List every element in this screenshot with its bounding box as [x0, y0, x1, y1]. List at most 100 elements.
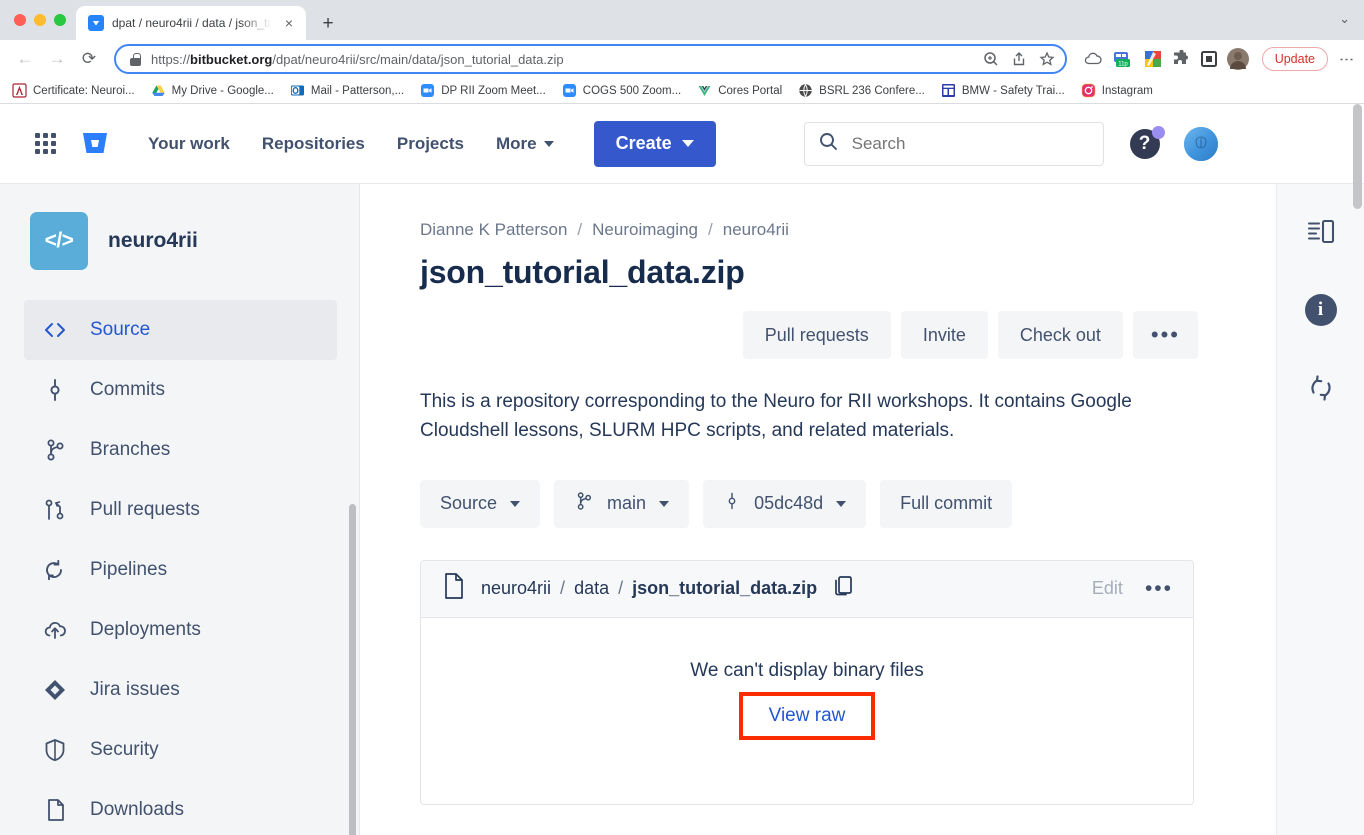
- download-file-icon: [42, 798, 68, 822]
- window-icon: [941, 83, 956, 98]
- breadcrumb-project[interactable]: Neuroimaging: [592, 220, 698, 240]
- info-button[interactable]: i: [1299, 288, 1343, 332]
- chevron-down-icon: [543, 140, 554, 147]
- branch-icon: [574, 490, 594, 517]
- bookmark-label: COGS 500 Zoom...: [582, 84, 682, 97]
- nav-repositories[interactable]: Repositories: [246, 126, 381, 162]
- breadcrumb-workspace[interactable]: Dianne K Patterson: [420, 220, 567, 240]
- browser-tab[interactable]: dpat / neuro4rii / data / json_tu ×: [76, 6, 306, 40]
- window-extension-icon[interactable]: [1200, 50, 1218, 68]
- meet-extension-icon[interactable]: 11p: [1112, 49, 1134, 69]
- pull-requests-button[interactable]: Pull requests: [742, 311, 891, 359]
- user-avatar[interactable]: [1183, 126, 1218, 161]
- full-commit-label: Full commit: [900, 493, 993, 514]
- page-scrollbar[interactable]: [1353, 104, 1362, 209]
- sidebar-item-downloads[interactable]: Downloads: [24, 780, 337, 835]
- browser-extensions: 11p Update ⋮: [1083, 47, 1355, 71]
- more-actions-button[interactable]: •••: [1132, 311, 1198, 359]
- bookmark-star-icon[interactable]: [1039, 51, 1055, 67]
- bookmark-item[interactable]: DP RII Zoom Meet...: [420, 83, 546, 98]
- browser-tab-title: dpat / neuro4rii / data / json_tu: [112, 16, 272, 30]
- source-dropdown[interactable]: Source: [420, 479, 541, 528]
- window-controls: [12, 0, 76, 40]
- edit-button[interactable]: Edit: [1092, 578, 1123, 599]
- repo-avatar: </>: [30, 212, 88, 270]
- nav-your-work[interactable]: Your work: [132, 126, 246, 162]
- sidebar-item-jira-issues[interactable]: Jira issues: [24, 660, 337, 720]
- commit-dropdown[interactable]: 05dc48d: [703, 479, 867, 528]
- bookmark-item[interactable]: Cores Portal: [697, 83, 782, 98]
- sidebar-item-source[interactable]: Source: [24, 300, 337, 360]
- sidebar-item-label: Security: [90, 739, 159, 760]
- sidebar-item-pipelines[interactable]: Pipelines: [24, 540, 337, 600]
- sidebar-item-commits[interactable]: Commits: [24, 360, 337, 420]
- share-icon[interactable]: [1011, 51, 1027, 67]
- nav-projects[interactable]: Projects: [381, 126, 480, 162]
- search-icon: [819, 132, 838, 156]
- sidebar-item-label: Source: [90, 319, 151, 340]
- sidebar-item-deployments[interactable]: Deployments: [24, 600, 337, 660]
- cloud-icon[interactable]: [1083, 49, 1103, 69]
- file-path-bar: neuro4rii / data / json_tutorial_data.zi…: [421, 560, 1193, 618]
- sidebar-item-security[interactable]: Security: [24, 720, 337, 780]
- chevron-down-icon: [510, 500, 521, 507]
- bookmark-item[interactable]: BSRL 236 Confere...: [798, 83, 925, 98]
- check-out-button[interactable]: Check out: [997, 311, 1123, 359]
- maximize-window-button[interactable]: [54, 14, 66, 26]
- reload-button[interactable]: ⟳: [74, 44, 104, 74]
- close-window-button[interactable]: [14, 14, 26, 26]
- bookmark-item[interactable]: BMW - Safety Trai...: [941, 83, 1065, 98]
- tab-list-chevron-down-icon[interactable]: ⌄: [1339, 11, 1350, 27]
- bitbucket-favicon-icon: [88, 15, 104, 31]
- bookmark-label: BSRL 236 Confere...: [819, 84, 925, 97]
- back-button[interactable]: ←: [10, 44, 40, 74]
- bookmark-item[interactable]: Certificate: Neuroi...: [12, 83, 135, 98]
- profile-avatar[interactable]: [1226, 48, 1249, 70]
- file-more-actions-button[interactable]: •••: [1145, 577, 1173, 601]
- browser-window: dpat / neuro4rii / data / json_tu × + ⌄ …: [0, 0, 1364, 835]
- global-search[interactable]: [803, 121, 1104, 166]
- color-extension-icon[interactable]: [1143, 49, 1163, 69]
- browser-menu-button[interactable]: ⋮: [1338, 52, 1355, 67]
- full-commit-button[interactable]: Full commit: [880, 479, 1013, 528]
- update-button[interactable]: Update: [1261, 47, 1328, 71]
- page-body: </> neuro4rii Source Commits Branches Pu…: [0, 184, 1364, 835]
- outlook-icon: [290, 83, 305, 98]
- repo-header[interactable]: </> neuro4rii: [0, 184, 359, 270]
- puzzle-extensions-icon[interactable]: [1172, 49, 1191, 69]
- search-input[interactable]: [851, 133, 1089, 154]
- app-switcher-icon[interactable]: [28, 127, 62, 161]
- refresh-icon[interactable]: [1299, 366, 1343, 410]
- view-raw-link[interactable]: View raw: [769, 705, 846, 726]
- breadcrumb-repo[interactable]: neuro4rii: [723, 220, 789, 240]
- commit-hash-label: 05dc48d: [754, 493, 824, 514]
- bookmark-item[interactable]: Instagram: [1081, 83, 1153, 98]
- zoom-icon[interactable]: [983, 51, 999, 67]
- help-button[interactable]: ?: [1128, 125, 1165, 161]
- nav-more[interactable]: More: [480, 126, 570, 162]
- sidebar-item-branches[interactable]: Branches: [24, 420, 337, 480]
- sidebar-item-pull-requests[interactable]: Pull requests: [24, 480, 337, 540]
- address-bar[interactable]: https://bitbucket.org/dpat/neuro4rii/src…: [114, 44, 1067, 74]
- invite-button[interactable]: Invite: [900, 311, 988, 359]
- close-tab-icon[interactable]: ×: [280, 14, 298, 32]
- bitbucket-logo-icon[interactable]: [80, 129, 110, 159]
- minimize-window-button[interactable]: [34, 14, 46, 26]
- sidebar-item-label: Commits: [90, 379, 165, 400]
- new-tab-button[interactable]: +: [314, 9, 342, 37]
- address-bar-url: https://bitbucket.org/dpat/neuro4rii/src…: [151, 51, 564, 67]
- path-segment-repo[interactable]: neuro4rii: [481, 578, 551, 599]
- path-segment-dir[interactable]: data: [574, 578, 609, 599]
- bookmark-item[interactable]: Mail - Patterson,...: [290, 83, 404, 98]
- create-button[interactable]: Create: [593, 120, 716, 167]
- forward-button[interactable]: →: [42, 44, 72, 74]
- branch-dropdown[interactable]: main: [554, 479, 690, 528]
- sidebar-toggle-icon[interactable]: [1299, 210, 1343, 254]
- branch-icon: [42, 439, 68, 461]
- sidebar-scrollbar[interactable]: [349, 504, 356, 835]
- breadcrumb-separator: /: [577, 220, 583, 239]
- copy-icon[interactable]: [833, 574, 855, 603]
- shield-icon: [42, 738, 68, 762]
- bookmark-item[interactable]: My Drive - Google...: [151, 83, 274, 98]
- bookmark-item[interactable]: COGS 500 Zoom...: [562, 83, 681, 98]
